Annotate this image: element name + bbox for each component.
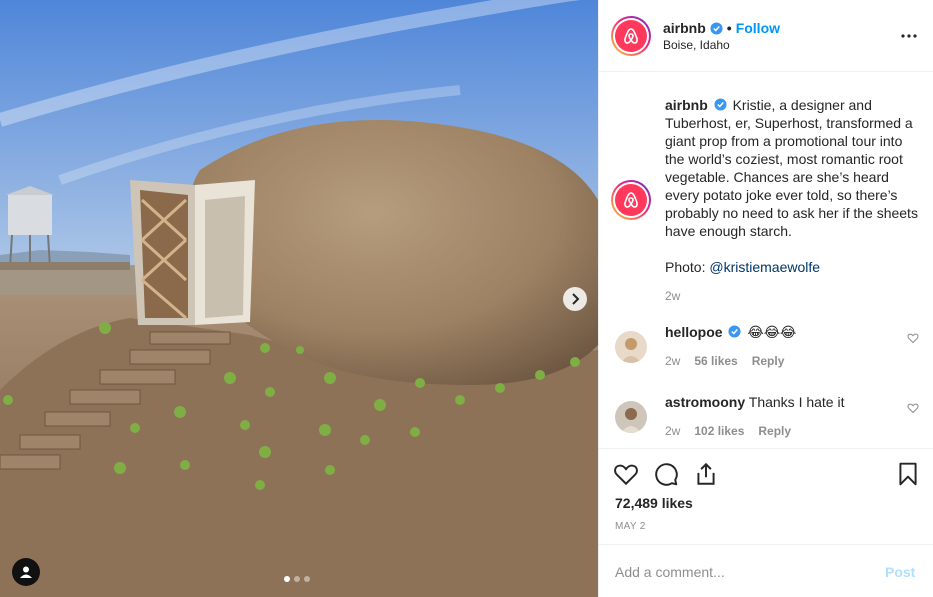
comment-like-icon[interactable]	[907, 332, 919, 344]
reply-button[interactable]: Reply	[758, 424, 791, 438]
user-tag-button[interactable]	[12, 558, 40, 586]
carousel-indicator	[284, 576, 310, 582]
commenter-username[interactable]: hellopoe	[665, 324, 723, 340]
separator-bullet: •	[726, 20, 732, 36]
comment-meta: 2w 56 likes Reply	[665, 354, 784, 368]
instagram-post: airbnb • Follow Boise, Idaho airbnb Kris…	[0, 0, 933, 597]
verified-badge-icon	[728, 325, 741, 338]
verified-badge-icon	[714, 98, 727, 111]
comment-input[interactable]	[615, 562, 875, 582]
post-date[interactable]: MAY 2	[615, 521, 646, 532]
comment-text: 😂😂😂	[747, 324, 797, 340]
verified-badge-icon	[710, 21, 723, 35]
author-username[interactable]: airbnb	[663, 20, 706, 36]
potato-house-photo	[0, 0, 598, 597]
author-avatar[interactable]	[611, 16, 651, 56]
bookmark-icon[interactable]	[895, 461, 921, 487]
user-tag-icon	[20, 566, 32, 578]
post-location[interactable]: Boise, Idaho	[663, 38, 730, 52]
carousel-dot	[304, 576, 310, 582]
avatar-image	[615, 401, 647, 433]
caption-avatar[interactable]	[611, 180, 651, 220]
follow-button[interactable]: Follow	[736, 20, 780, 36]
comment-timestamp[interactable]: 2w	[665, 424, 680, 438]
reply-button[interactable]: Reply	[752, 354, 785, 368]
comment-likes[interactable]: 56 likes	[694, 354, 737, 368]
comment-composer: Post	[599, 544, 933, 597]
commenter-username[interactable]: astromoony	[665, 394, 745, 410]
airbnb-logo-icon	[624, 192, 638, 208]
carousel-dot	[294, 576, 300, 582]
header-title-row: airbnb • Follow	[663, 20, 780, 36]
next-photo-button[interactable]	[563, 287, 587, 311]
photo-credit-link[interactable]: @kristiemaewolfe	[709, 259, 820, 275]
post-caption: airbnb Kristie, a designer and Tuberhost…	[665, 96, 923, 276]
comment-timestamp[interactable]: 2w	[665, 354, 680, 368]
likes-count[interactable]: 72,489 likes	[615, 495, 693, 511]
commenter-avatar[interactable]	[615, 401, 647, 433]
commenter-avatar[interactable]	[615, 331, 647, 363]
post-photo[interactable]	[0, 0, 598, 597]
photo-credit-prefix: Photo:	[665, 259, 710, 275]
carousel-dot-active	[284, 576, 290, 582]
more-horizontal-icon[interactable]	[899, 26, 919, 46]
comment-text: Thanks I hate it	[748, 394, 845, 410]
post-header: airbnb • Follow Boise, Idaho	[599, 0, 933, 72]
share-icon[interactable]	[693, 461, 719, 487]
comment-body: hellopoe 😂😂😂	[665, 324, 796, 341]
comment-like-icon[interactable]	[907, 402, 919, 414]
avatar-image	[615, 331, 647, 363]
comment-meta: 2w 102 likes Reply	[665, 424, 791, 438]
caption-username[interactable]: airbnb	[665, 97, 708, 113]
comment-likes[interactable]: 102 likes	[694, 424, 744, 438]
comment-icon[interactable]	[653, 461, 679, 487]
comment-item: hellopoe 😂😂😂 2w 56 likes Reply	[599, 324, 933, 374]
post-side-panel: airbnb • Follow Boise, Idaho airbnb Kris…	[598, 0, 933, 597]
post-actions: 72,489 likes MAY 2	[599, 448, 933, 544]
post-comment-button[interactable]: Post	[885, 564, 915, 580]
airbnb-logo-icon	[624, 28, 638, 44]
heart-icon[interactable]	[613, 461, 639, 487]
chevron-right-icon	[572, 293, 580, 305]
caption-timestamp[interactable]: 2w	[665, 289, 680, 303]
caption-text: Kristie, a designer and Tuberhost, er, S…	[665, 97, 918, 239]
comment-item: astromoony Thanks I hate it 2w 102 likes…	[599, 394, 933, 444]
comment-body: astromoony Thanks I hate it	[665, 394, 844, 410]
